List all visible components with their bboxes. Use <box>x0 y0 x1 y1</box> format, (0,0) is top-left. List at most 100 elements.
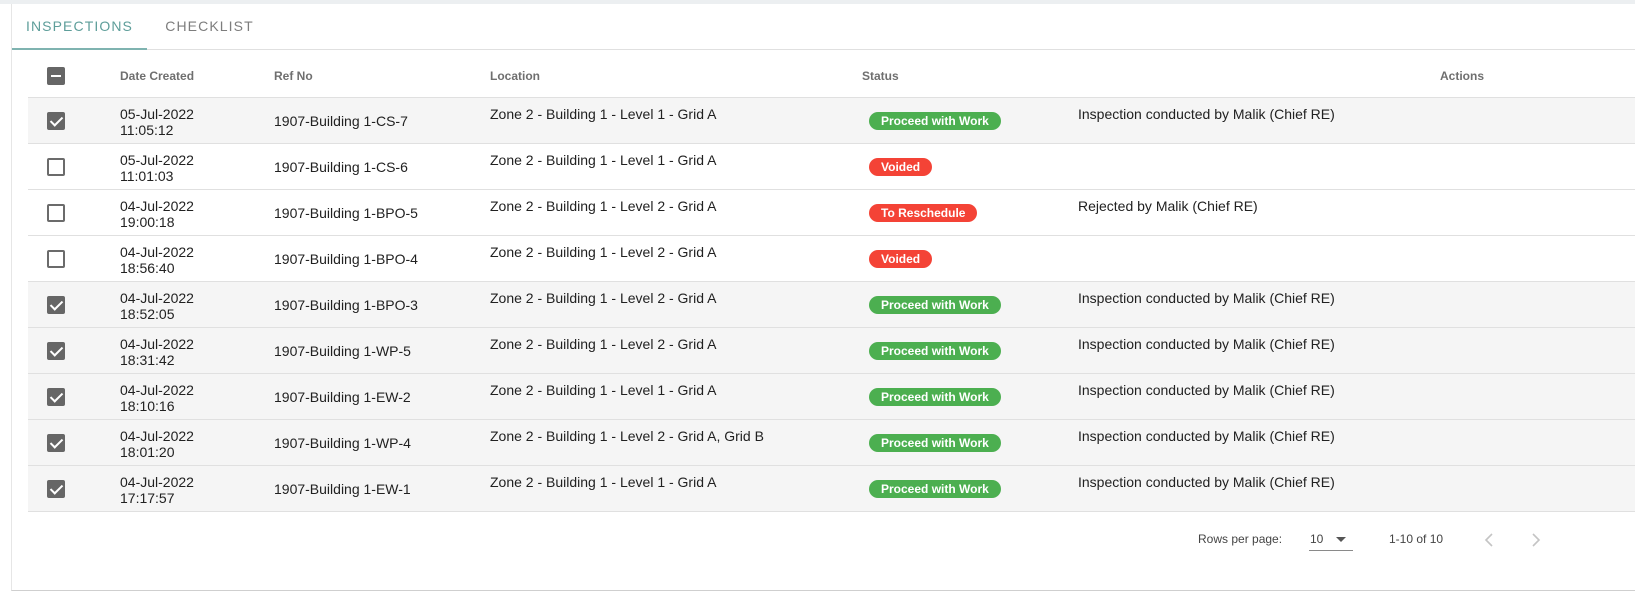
row-checkbox[interactable] <box>47 388 65 406</box>
date-created-cell: 04-Jul-2022 17:17:57 <box>120 474 194 506</box>
select-all-checkbox[interactable] <box>47 67 65 85</box>
remark-cell: Inspection conducted by Malik (Chief RE) <box>1078 106 1335 122</box>
date-created-cell: 04-Jul-2022 18:01:20 <box>120 428 194 460</box>
row-checkbox[interactable] <box>47 342 65 360</box>
table-row[interactable]: 04-Jul-2022 17:17:57 1907-Building 1-EW-… <box>28 466 1635 512</box>
caret-down-icon <box>1336 537 1346 542</box>
time-value: 17:17:57 <box>120 490 175 506</box>
ref-no-cell: 1907-Building 1-CS-7 <box>274 113 408 129</box>
table-row[interactable]: 04-Jul-2022 18:31:42 1907-Building 1-WP-… <box>28 328 1635 374</box>
status-badge: Proceed with Work <box>869 342 1001 360</box>
table-row[interactable]: 04-Jul-2022 18:01:20 1907-Building 1-WP-… <box>28 420 1635 466</box>
ref-no-cell: 1907-Building 1-BPO-4 <box>274 251 418 267</box>
remark-cell: Inspection conducted by Malik (Chief RE) <box>1078 428 1335 444</box>
status-badge: Voided <box>869 250 933 268</box>
pagination: Rows per page: 10 1-10 of 10 <box>12 516 1635 560</box>
row-checkbox[interactable] <box>47 112 65 130</box>
table-row[interactable]: 04-Jul-2022 18:52:05 1907-Building 1-BPO… <box>28 282 1635 328</box>
date-value: 04-Jul-2022 <box>120 382 194 398</box>
location-cell: Zone 2 - Building 1 - Level 2 - Grid A <box>490 290 717 306</box>
row-checkbox[interactable] <box>47 158 65 176</box>
ref-no-cell: 1907-Building 1-WP-5 <box>274 343 411 359</box>
row-checkbox[interactable] <box>47 296 65 314</box>
inspections-table: Date Created Ref No Location Status Acti… <box>28 54 1635 512</box>
date-value: 04-Jul-2022 <box>120 290 194 306</box>
time-value: 18:01:20 <box>120 444 175 460</box>
rows-per-page-select[interactable]: 10 <box>1309 529 1353 551</box>
remark-cell: Inspection conducted by Malik (Chief RE) <box>1078 290 1335 306</box>
remark-cell: Rejected by Malik (Chief RE) <box>1078 198 1258 214</box>
date-created-cell: 05-Jul-2022 11:05:12 <box>120 106 194 138</box>
date-created-cell: 05-Jul-2022 11:01:03 <box>120 152 194 184</box>
header-actions: Actions <box>1440 69 1485 83</box>
table-header: Date Created Ref No Location Status Acti… <box>28 54 1635 98</box>
date-value: 04-Jul-2022 <box>120 428 194 444</box>
location-cell: Zone 2 - Building 1 - Level 1 - Grid A <box>490 382 717 398</box>
table-row[interactable]: 04-Jul-2022 18:56:40 1907-Building 1-BPO… <box>28 236 1635 282</box>
table-row[interactable]: 05-Jul-2022 11:05:12 1907-Building 1-CS-… <box>28 98 1635 144</box>
remark-cell: Inspection conducted by Malik (Chief RE) <box>1078 474 1335 490</box>
ref-no-cell: 1907-Building 1-BPO-3 <box>274 297 418 313</box>
inspections-card: INSPECTIONS CHECKLIST Date Created Ref N… <box>11 4 1635 591</box>
remark-cell: Inspection conducted by Malik (Chief RE) <box>1078 336 1335 352</box>
header-status[interactable]: Status <box>862 54 899 98</box>
row-checkbox[interactable] <box>47 204 65 222</box>
status-badge: Voided <box>869 158 933 176</box>
row-checkbox[interactable] <box>47 250 65 268</box>
date-created-cell: 04-Jul-2022 18:56:40 <box>120 244 194 276</box>
status-badge: Proceed with Work <box>869 480 1001 498</box>
pagination-range: 1-10 of 10 <box>1389 532 1444 546</box>
prev-page-button[interactable] <box>1477 528 1501 552</box>
row-checkbox[interactable] <box>47 434 65 452</box>
location-cell: Zone 2 - Building 1 - Level 1 - Grid A <box>490 474 717 490</box>
status-badge: Proceed with Work <box>869 388 1001 406</box>
time-value: 19:00:18 <box>120 214 175 230</box>
date-value: 05-Jul-2022 <box>120 106 194 122</box>
location-cell: Zone 2 - Building 1 - Level 1 - Grid A <box>490 106 717 122</box>
location-cell: Zone 2 - Building 1 - Level 1 - Grid A <box>490 152 717 168</box>
date-value: 04-Jul-2022 <box>120 474 194 490</box>
ref-no-cell: 1907-Building 1-EW-2 <box>274 389 411 405</box>
header-ref-no[interactable]: Ref No <box>274 54 313 98</box>
remark-cell: Inspection conducted by Malik (Chief RE) <box>1078 382 1335 398</box>
ref-no-cell: 1907-Building 1-CS-6 <box>274 159 408 175</box>
status-badge: Proceed with Work <box>869 434 1001 452</box>
location-cell: Zone 2 - Building 1 - Level 2 - Grid A <box>490 244 717 260</box>
date-value: 04-Jul-2022 <box>120 336 194 352</box>
tab-checklist[interactable]: CHECKLIST <box>147 4 272 50</box>
time-value: 11:01:03 <box>120 168 174 184</box>
ref-no-cell: 1907-Building 1-WP-4 <box>274 435 411 451</box>
next-page-button[interactable] <box>1524 528 1548 552</box>
status-badge: Proceed with Work <box>869 112 1001 130</box>
status-badge: To Reschedule <box>869 204 978 222</box>
chevron-right-icon <box>1532 533 1541 547</box>
date-created-cell: 04-Jul-2022 18:31:42 <box>120 336 194 368</box>
time-value: 18:56:40 <box>120 260 175 276</box>
status-badge: Proceed with Work <box>869 296 1001 314</box>
rows-per-page-value: 10 <box>1310 532 1324 546</box>
location-cell: Zone 2 - Building 1 - Level 2 - Grid A <box>490 198 717 214</box>
table-row[interactable]: 04-Jul-2022 18:10:16 1907-Building 1-EW-… <box>28 374 1635 420</box>
date-created-cell: 04-Jul-2022 18:10:16 <box>120 382 194 414</box>
table-row[interactable]: 04-Jul-2022 19:00:18 1907-Building 1-BPO… <box>28 190 1635 236</box>
rows-per-page-label: Rows per page: <box>1198 532 1283 546</box>
date-value: 05-Jul-2022 <box>120 152 194 168</box>
date-created-cell: 04-Jul-2022 19:00:18 <box>120 198 194 230</box>
ref-no-cell: 1907-Building 1-EW-1 <box>274 481 411 497</box>
date-created-cell: 04-Jul-2022 18:52:05 <box>120 290 194 322</box>
chevron-left-icon <box>1484 533 1493 547</box>
header-location[interactable]: Location <box>490 54 540 98</box>
tab-inspections[interactable]: INSPECTIONS <box>12 4 147 50</box>
ref-no-cell: 1907-Building 1-BPO-5 <box>274 205 418 221</box>
date-value: 04-Jul-2022 <box>120 198 194 214</box>
time-value: 11:05:12 <box>120 122 174 138</box>
location-cell: Zone 2 - Building 1 - Level 2 - Grid A <box>490 336 717 352</box>
time-value: 18:52:05 <box>120 306 175 322</box>
row-checkbox[interactable] <box>47 480 65 498</box>
table-row[interactable]: 05-Jul-2022 11:01:03 1907-Building 1-CS-… <box>28 144 1635 190</box>
table-body: 05-Jul-2022 11:05:12 1907-Building 1-CS-… <box>28 98 1635 512</box>
location-cell: Zone 2 - Building 1 - Level 2 - Grid A, … <box>490 428 764 444</box>
header-date-created[interactable]: Date Created <box>120 54 194 98</box>
time-value: 18:31:42 <box>120 352 175 368</box>
time-value: 18:10:16 <box>120 398 175 414</box>
